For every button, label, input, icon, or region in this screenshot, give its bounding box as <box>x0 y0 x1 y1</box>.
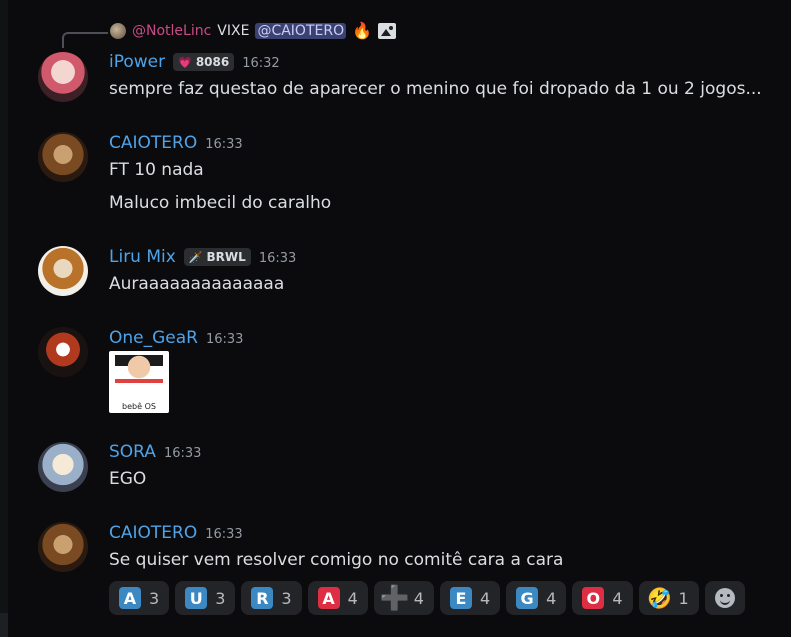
letter-o-icon: O <box>582 587 605 609</box>
username[interactable]: One_GeaR <box>109 328 198 348</box>
reaction-e[interactable]: E 4 <box>439 581 501 615</box>
message-header: iPower 💗 8086 16:32 <box>109 52 280 72</box>
timestamp[interactable]: 16:33 <box>206 332 243 347</box>
username[interactable]: CAIOTERO <box>109 523 197 543</box>
image-icon <box>378 23 397 39</box>
timestamp[interactable]: 16:33 <box>259 251 296 266</box>
message-header: CAIOTERO 16:33 <box>109 133 243 153</box>
letter-r-icon: R <box>251 587 274 609</box>
message-text: EGO <box>109 469 147 489</box>
tag-label: BRWL <box>206 250 246 264</box>
reply-reference[interactable]: @NotleLinc VIXE @CAIOTERO 🔥 <box>110 20 397 42</box>
letter-a-icon: A <box>119 587 141 609</box>
rofl-emoji-icon: 🤣 <box>647 586 672 610</box>
avatar-one-gear[interactable] <box>38 327 88 377</box>
reaction-count: 4 <box>612 588 623 608</box>
message-text: Auraaaaaaaaaaaaaa <box>109 274 285 294</box>
fire-icon: 🔥 <box>352 21 373 40</box>
avatar-caiotero[interactable] <box>38 132 88 182</box>
add-reaction-button[interactable] <box>704 581 745 615</box>
username[interactable]: Liru Mix <box>109 247 176 267</box>
reply-spine <box>62 32 108 48</box>
reaction-count: 4 <box>347 588 358 608</box>
smile-icon <box>714 588 735 608</box>
avatar-sora[interactable] <box>38 442 88 492</box>
sticker-caption: bebê OS <box>122 402 156 411</box>
username[interactable]: iPower <box>109 52 165 72</box>
username[interactable]: CAIOTERO <box>109 133 197 153</box>
message-header: CAIOTERO 16:33 <box>109 523 243 543</box>
reaction-o[interactable]: O 4 <box>572 581 633 615</box>
reaction-count: 4 <box>546 588 557 608</box>
letter-a-red-icon: A <box>317 587 340 609</box>
reaction-g[interactable]: G 4 <box>506 581 567 615</box>
reaction-count: 4 <box>413 588 424 608</box>
reaction-r[interactable]: R 3 <box>241 581 302 615</box>
reply-mention[interactable]: @CAIOTERO <box>255 23 347 39</box>
left-edge <box>0 0 8 637</box>
reaction-count: 4 <box>479 588 491 608</box>
reaction-rofl[interactable]: 🤣 1 <box>638 581 699 615</box>
message-text: FT 10 nada <box>109 160 204 180</box>
reaction-u[interactable]: U 3 <box>175 581 236 615</box>
timestamp[interactable]: 16:33 <box>205 527 242 542</box>
server-tag[interactable]: 💗 8086 <box>173 53 235 71</box>
reply-author[interactable]: @NotleLinc <box>132 23 211 39</box>
reaction-bar: A 3 U 3 R 3 A 4 ➕ 4 E 4 G 4 O 4 🤣 1 <box>109 581 745 615</box>
reply-text: VIXE <box>217 23 250 39</box>
letter-g-icon: G <box>516 587 539 609</box>
avatar-liru-mix[interactable] <box>38 246 88 296</box>
tag-label: 8086 <box>195 55 230 69</box>
message-text: Se quiser vem resolver comigo no comitê … <box>109 550 564 570</box>
reaction-count: 3 <box>281 588 292 608</box>
message-text: Maluco imbecil do caralho <box>109 193 332 213</box>
reaction-a-red[interactable]: A 4 <box>307 581 368 615</box>
message-text: sempre faz questao de aparecer o menino … <box>109 79 762 99</box>
reaction-plus[interactable]: ➕ 4 <box>373 581 434 615</box>
plus-icon: ➕ <box>379 584 410 612</box>
message-header: Liru Mix 🗡️ BRWL 16:33 <box>109 247 296 267</box>
reaction-count: 3 <box>149 588 160 608</box>
reaction-count: 3 <box>215 588 226 608</box>
reply-avatar <box>110 23 126 39</box>
reaction-a-blue[interactable]: A 3 <box>109 581 170 615</box>
timestamp[interactable]: 16:33 <box>205 137 242 152</box>
username[interactable]: SORA <box>109 442 156 462</box>
letter-u-icon: U <box>185 587 208 609</box>
letter-e-icon: E <box>449 587 472 609</box>
reaction-count: 1 <box>678 588 689 608</box>
message-header: SORA 16:33 <box>109 442 201 462</box>
timestamp[interactable]: 16:32 <box>242 56 279 71</box>
avatar-ipower[interactable] <box>38 52 88 102</box>
message-header: One_GeaR 16:33 <box>109 328 243 348</box>
server-tag[interactable]: 🗡️ BRWL <box>183 248 251 266</box>
timestamp[interactable]: 16:33 <box>164 446 201 461</box>
image-attachment[interactable]: bebê OS <box>109 351 169 413</box>
heart-icon: 💗 <box>178 55 192 69</box>
avatar-caiotero[interactable] <box>38 522 88 572</box>
sword-icon: 🗡️ <box>188 250 203 264</box>
sticker-art <box>115 355 163 395</box>
scroll-handle[interactable] <box>0 613 8 637</box>
